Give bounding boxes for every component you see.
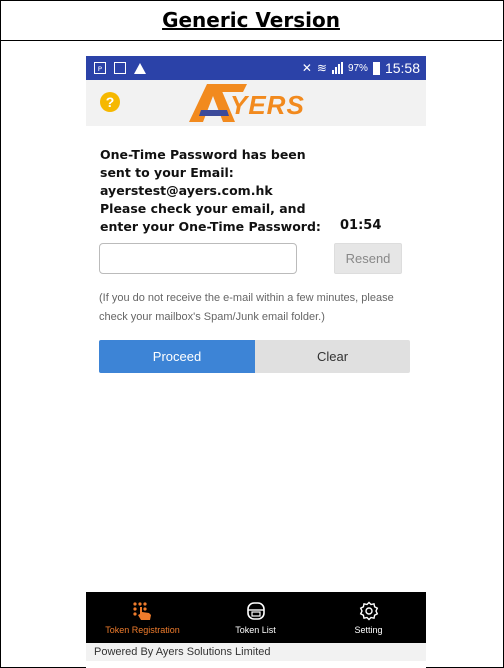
tab-label: Token Registration <box>105 624 180 635</box>
action-buttons: Proceed Clear <box>99 340 410 373</box>
mute-icon: ✕ <box>301 61 312 75</box>
proceed-button[interactable]: Proceed <box>99 340 255 373</box>
notification-icon: ᴘ <box>94 62 106 74</box>
tab-token-list[interactable]: Token List <box>199 592 312 643</box>
logo-text: YERS <box>230 90 305 120</box>
clock: 15:58 <box>384 60 420 76</box>
tab-label: Token List <box>235 624 276 635</box>
otp-input[interactable] <box>99 243 297 274</box>
wifi-icon: ≋ <box>316 61 327 75</box>
tab-setting[interactable]: Setting <box>312 592 425 643</box>
clear-button[interactable]: Clear <box>255 340 410 373</box>
message-line: sent to your Email: <box>100 165 234 180</box>
spam-note: (If you do not receive the e-mail within… <box>99 292 394 323</box>
doc-title: Generic Version <box>162 8 340 32</box>
powered-by-footer: Powered By Ayers Solutions Limited <box>86 643 426 661</box>
message-email: ayerstest@ayers.com.hk <box>100 183 273 198</box>
hand-pointer-icon <box>132 601 151 620</box>
image-icon <box>114 62 126 74</box>
token-device-icon <box>246 601 265 620</box>
message-line: One-Time Password has been <box>100 147 306 162</box>
battery-percent: 97% <box>347 62 368 74</box>
ayers-logo: YERS <box>187 82 327 124</box>
tab-label: Setting <box>354 624 383 635</box>
status-bar: ᴘ ✕ ≋ 97% 15:58 <box>86 56 426 80</box>
signal-icon <box>331 62 343 74</box>
countdown-timer: 01:54 <box>340 218 382 233</box>
doc-header: Generic Version <box>0 0 502 41</box>
bottom-tab-bar: Token Registration Token List Setting <box>86 592 426 643</box>
help-icon: ? <box>105 94 115 110</box>
battery-icon <box>372 61 380 75</box>
gear-icon <box>359 601 378 620</box>
app-bar: ? YERS <box>86 80 426 126</box>
resend-button[interactable]: Resend <box>334 243 402 274</box>
phone-screen: ᴘ ✕ ≋ 97% 15:58 ? YERS One-Time Password… <box>86 56 426 668</box>
tab-token-registration[interactable]: Token Registration <box>86 592 199 643</box>
help-button[interactable]: ? <box>100 92 120 112</box>
warning-icon <box>134 62 146 74</box>
message-line: Please check your email, and <box>100 201 306 216</box>
